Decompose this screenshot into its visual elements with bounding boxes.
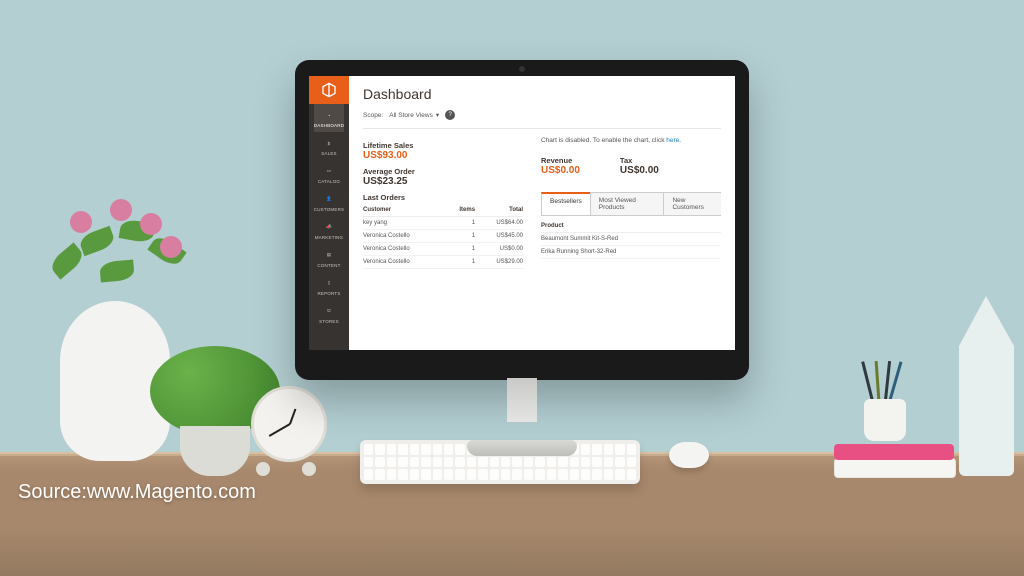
- cell-customer: key yang: [363, 217, 447, 230]
- col-items: Items: [447, 204, 475, 217]
- table-row[interactable]: Veronica Costello1US$45.00: [363, 230, 523, 243]
- bar-chart-icon: ▯: [323, 277, 335, 289]
- magento-logo[interactable]: [309, 76, 349, 104]
- pen-cup: [856, 371, 914, 441]
- sidebar-item-customers[interactable]: 👤 CUSTOMERS: [314, 188, 344, 216]
- table-row[interactable]: key yang1US$64.00: [363, 217, 523, 230]
- decorative-pencil: [959, 296, 1014, 476]
- desk-clock: [246, 386, 326, 476]
- cell-product: Erika Running Short-32-Red: [541, 246, 721, 259]
- sidebar-item-content[interactable]: ▤ CONTENT: [314, 244, 344, 272]
- cell-items: 1: [447, 243, 475, 256]
- col-product: Product: [541, 220, 721, 233]
- chevron-down-icon: ▾: [436, 111, 439, 119]
- monitor-stand: [467, 378, 577, 456]
- tab-bestsellers[interactable]: Bestsellers: [541, 192, 591, 215]
- sidebar-item-sales[interactable]: $ SALES: [314, 132, 344, 160]
- bestsellers-table: Product Beaumont Summit Kit-S-RedErika R…: [541, 220, 721, 259]
- store-icon: ⛫: [323, 305, 335, 317]
- average-order-value: US$23.25: [363, 176, 523, 187]
- last-orders-heading: Last Orders: [363, 193, 523, 202]
- col-total: Total: [475, 204, 523, 217]
- chart-disabled-message: Chart is disabled. To enable the chart, …: [541, 137, 721, 144]
- sidebar-item-label: CUSTOMERS: [314, 207, 344, 212]
- right-column: Chart is disabled. To enable the chart, …: [541, 137, 721, 340]
- sidebar-item-catalog[interactable]: ▭ CATALOG: [314, 160, 344, 188]
- content-icon: ▤: [323, 249, 335, 261]
- sidebar-item-label: SALES: [321, 151, 337, 156]
- cell-total: US$29.00: [475, 256, 523, 269]
- page-title: Dashboard: [363, 86, 721, 102]
- cell-items: 1: [447, 256, 475, 269]
- metric-value: US$0.00: [620, 165, 659, 176]
- cell-customer: Veronica Costello: [363, 230, 447, 243]
- left-column: Lifetime Sales US$93.00 Average Order US…: [363, 137, 523, 340]
- metric-tax: TaxUS$0.00: [620, 152, 659, 182]
- tab-new-customers[interactable]: New Customers: [663, 192, 721, 215]
- gauge-icon: ◔: [323, 109, 335, 121]
- monitor: ◔ DASHBOARD $ SALES ▭ CATALOG 👤 CUSTOMERS 📣 MARKE…: [295, 60, 749, 380]
- enable-chart-link[interactable]: here: [666, 137, 679, 144]
- megaphone-icon: 📣: [323, 221, 335, 233]
- cell-items: 1: [447, 217, 475, 230]
- cell-customer: Veronica Costello: [363, 243, 447, 256]
- dollar-icon: $: [323, 137, 335, 149]
- average-order-label: Average Order: [363, 167, 523, 176]
- catalog-icon: ▭: [323, 165, 335, 177]
- webcam-dot: [519, 66, 525, 72]
- scope-label: Scope:: [363, 112, 383, 119]
- table-row[interactable]: Veronica Costello1US$0.00: [363, 243, 523, 256]
- sidebar-item-reports[interactable]: ▯ REPORTS: [314, 272, 344, 300]
- sidebar-item-label: REPORTS: [317, 291, 340, 296]
- metric-label: Tax: [620, 156, 659, 165]
- table-row[interactable]: Erika Running Short-32-Red: [541, 246, 721, 259]
- scope-selector[interactable]: All Store Views ▾: [389, 111, 439, 119]
- person-icon: 👤: [323, 193, 335, 205]
- last-orders-table: Customer Items Total key yang1US$64.00Ve…: [363, 204, 523, 269]
- lifetime-sales-label: Lifetime Sales: [363, 141, 523, 150]
- scope-bar: Scope: All Store Views ▾ ?: [363, 110, 721, 129]
- computer-mouse: [669, 442, 709, 468]
- tab-most-viewed-products[interactable]: Most Viewed Products: [590, 192, 665, 215]
- sidebar-item-label: DASHBOARD: [314, 123, 344, 128]
- metric-label: Revenue: [541, 156, 580, 165]
- summary-metrics: RevenueUS$0.00TaxUS$0.00: [541, 152, 721, 182]
- sidebar-item-stores[interactable]: ⛫ STORES: [314, 300, 344, 328]
- admin-sidebar: ◔ DASHBOARD $ SALES ▭ CATALOG 👤 CUSTOMERS 📣 MARKE…: [309, 76, 349, 350]
- sidebar-item-label: MARKETING: [315, 235, 344, 240]
- col-customer: Customer: [363, 204, 447, 217]
- screen: ◔ DASHBOARD $ SALES ▭ CATALOG 👤 CUSTOMERS 📣 MARKE…: [309, 76, 735, 350]
- cell-total: US$0.00: [475, 243, 523, 256]
- source-caption: Source:www.Magento.com: [18, 481, 256, 504]
- cell-product: Beaumont Summit Kit-S-Red: [541, 233, 721, 246]
- sidebar-item-dashboard[interactable]: ◔ DASHBOARD: [314, 104, 344, 132]
- cell-total: US$45.00: [475, 230, 523, 243]
- cell-total: US$64.00: [475, 217, 523, 230]
- metric-value: US$0.00: [541, 165, 580, 176]
- sidebar-item-marketing[interactable]: 📣 MARKETING: [314, 216, 344, 244]
- scope-value: All Store Views: [389, 112, 433, 119]
- sidebar-item-label: STORES: [319, 319, 339, 324]
- help-icon[interactable]: ?: [445, 110, 455, 120]
- lifetime-sales-value: US$93.00: [363, 150, 523, 161]
- main-panel: Dashboard Scope: All Store Views ▾ ? Lif: [349, 76, 735, 350]
- table-row[interactable]: Veronica Costello1US$29.00: [363, 256, 523, 269]
- cell-items: 1: [447, 230, 475, 243]
- sidebar-item-label: CATALOG: [318, 179, 340, 184]
- table-row[interactable]: Beaumont Summit Kit-S-Red: [541, 233, 721, 246]
- metric-revenue: RevenueUS$0.00: [541, 152, 580, 182]
- cell-customer: Veronica Costello: [363, 256, 447, 269]
- report-tabs: BestsellersMost Viewed ProductsNew Custo…: [541, 192, 721, 216]
- stacked-books: [834, 438, 954, 478]
- sidebar-item-label: CONTENT: [317, 263, 340, 268]
